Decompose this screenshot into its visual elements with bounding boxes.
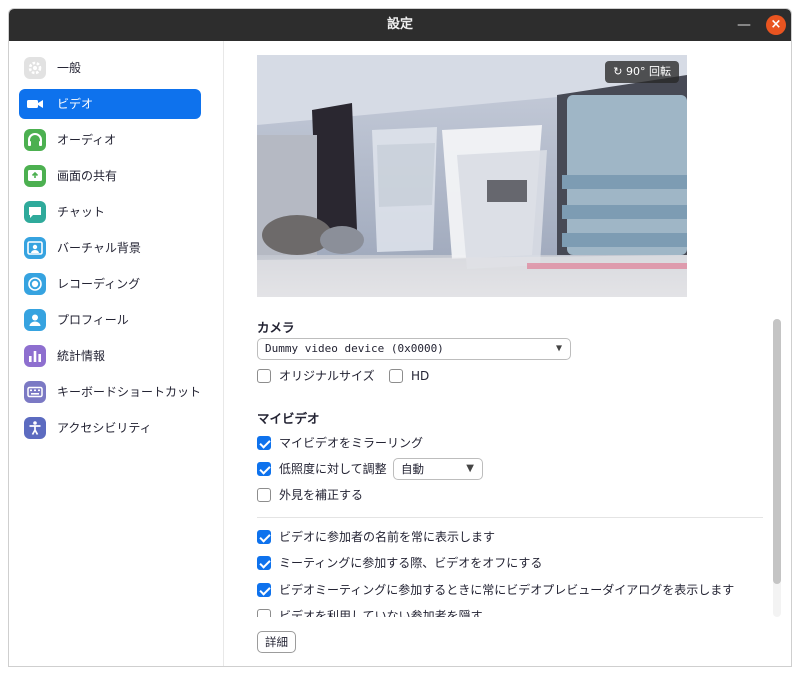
sidebar-item-accessibility[interactable]: アクセシビリティ	[19, 413, 201, 443]
checkbox-box[interactable]	[257, 369, 271, 383]
window-title: 設定	[386, 17, 413, 32]
turn-off-video-on-join-checkbox[interactable]: ミーティングに参加する際、ビデオをオフにする	[257, 554, 577, 572]
camera-section-title: カメラ	[257, 320, 295, 335]
checkbox-box[interactable]	[257, 462, 271, 476]
accessibility-icon	[24, 417, 46, 439]
checkbox-box[interactable]	[257, 530, 271, 544]
checkbox-box[interactable]	[257, 556, 271, 570]
gear-icon	[24, 57, 46, 79]
settings-sidebar: 一般 ビデオ オーディオ 画面の共有 チャット バーチャル背景 レコーディング …	[9, 41, 224, 666]
close-button[interactable]: ×	[766, 15, 786, 35]
title-bar: 設定 — ×	[9, 9, 791, 41]
sidebar-item-audio[interactable]: オーディオ	[19, 125, 201, 155]
rotate-icon: ↻	[613, 65, 623, 78]
sidebar-item-label: 画面の共有	[57, 169, 118, 183]
checkbox-box[interactable]	[389, 369, 403, 383]
sidebar-item-recording[interactable]: レコーディング	[19, 269, 201, 299]
sidebar-item-label: キーボードショートカット	[57, 385, 202, 399]
sidebar-item-label: プロフィール	[57, 313, 129, 327]
camera-preview: ↻ 90° 回転	[257, 55, 687, 297]
checkbox-box[interactable]	[257, 583, 271, 597]
camera-device-select[interactable]: Dummy video device (0x0000) ▼	[257, 338, 571, 360]
low-light-mode-select[interactable]: 自動 ▼	[393, 458, 483, 480]
sidebar-item-label: バーチャル背景	[57, 241, 141, 255]
sidebar-item-label: レコーディング	[57, 277, 141, 291]
scrollbar-thumb[interactable]	[773, 319, 781, 584]
minimize-button[interactable]: —	[733, 14, 755, 36]
keyboard-icon	[24, 381, 46, 403]
low-light-checkbox[interactable]: 低照度に対して調整	[257, 460, 397, 478]
chevron-down-icon: ▼	[555, 343, 562, 354]
share-screen-icon	[24, 165, 46, 187]
always-show-preview-checkbox[interactable]: ビデオミーティングに参加するときに常にビデオプレビューダイアログを表示します	[257, 581, 737, 599]
checkbox-box[interactable]	[257, 488, 271, 502]
my-video-section-title: マイビデオ	[257, 411, 320, 426]
settings-window: 設定 — × 一般 ビデオ オーディオ 画面の共有 チャット バーチャル背景 レ…	[8, 8, 792, 667]
always-show-names-checkbox[interactable]: ビデオに参加者の名前を常に表示します	[257, 528, 557, 546]
camera-preview-image	[257, 55, 687, 297]
advanced-details-button[interactable]: 詳細	[257, 631, 296, 653]
sidebar-item-keyboard-shortcuts[interactable]: キーボードショートカット	[19, 377, 201, 407]
sidebar-item-share-screen[interactable]: 画面の共有	[19, 161, 201, 191]
video-settings-panel: ↻ 90° 回転 カメラ Dummy video device (0x0000)…	[225, 41, 791, 666]
rotate-90-button[interactable]: ↻ 90° 回転	[605, 61, 679, 83]
sidebar-item-label: ビデオ	[57, 97, 94, 111]
checkbox-box[interactable]	[257, 436, 271, 450]
section-divider	[257, 517, 763, 518]
sidebar-item-label: オーディオ	[57, 133, 117, 147]
sidebar-item-statistics[interactable]: 統計情報	[19, 341, 201, 371]
sidebar-item-label: 一般	[57, 61, 82, 75]
hd-checkbox[interactable]: HD	[389, 367, 439, 385]
record-icon	[24, 273, 46, 295]
sidebar-item-profile[interactable]: プロフィール	[19, 305, 201, 335]
sidebar-item-label: 統計情報	[57, 349, 106, 363]
virtual-background-icon	[24, 237, 46, 259]
chevron-down-icon: ▼	[466, 463, 474, 474]
chat-bubble-icon	[24, 201, 46, 223]
sidebar-item-general[interactable]: 一般	[19, 53, 201, 83]
sidebar-item-video[interactable]: ビデオ	[19, 89, 201, 119]
settings-scrollbar[interactable]	[773, 319, 781, 617]
sidebar-item-chat[interactable]: チャット	[19, 197, 201, 227]
original-size-checkbox[interactable]: オリジナルサイズ	[257, 367, 387, 385]
statistics-icon	[24, 345, 46, 367]
video-camera-icon	[24, 93, 46, 115]
profile-icon	[24, 309, 46, 331]
sidebar-item-label: アクセシビリティ	[57, 421, 152, 435]
checkbox-box[interactable]	[257, 609, 271, 617]
sidebar-item-label: チャット	[57, 205, 105, 219]
touch-up-appearance-checkbox[interactable]: 外見を補正する	[257, 486, 407, 504]
headphones-icon	[24, 129, 46, 151]
sidebar-item-virtual-background[interactable]: バーチャル背景	[19, 233, 201, 263]
hide-non-video-participants-checkbox[interactable]: ビデオを利用していない参加者を隠す	[257, 607, 557, 617]
mirror-video-checkbox[interactable]: マイビデオをミラーリング	[257, 434, 457, 452]
